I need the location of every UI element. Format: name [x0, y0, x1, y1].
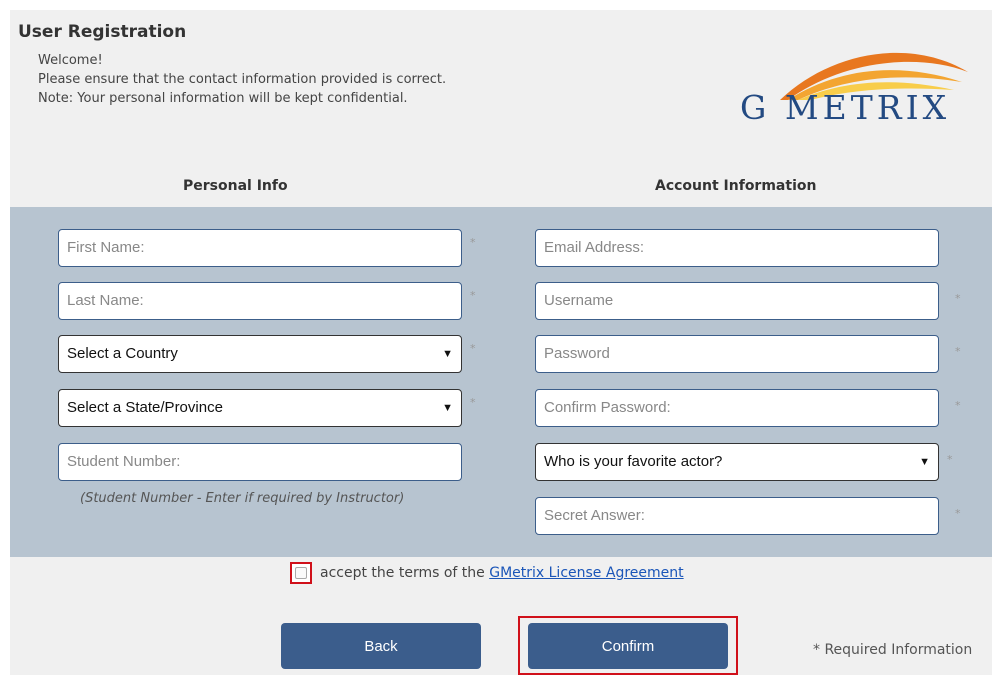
first-name-input[interactable]: First Name:	[58, 229, 462, 267]
security-question-value: Who is your favorite actor?	[544, 453, 723, 470]
instruction-text: Please ensure that the contact informati…	[38, 72, 447, 87]
username-input[interactable]: Username	[535, 282, 939, 320]
gmetrix-logo: G METRIX	[740, 42, 970, 132]
confirm-password-input[interactable]: Confirm Password:	[535, 389, 939, 427]
intro-text: Welcome! Please ensure that the contact …	[38, 51, 446, 108]
state-select[interactable]: Select a State/Province ▼	[58, 389, 462, 427]
checkbox-box-icon	[295, 567, 307, 579]
student-number-input[interactable]: Student Number:	[58, 443, 462, 481]
required-mark: *	[955, 507, 961, 520]
secret-answer-input[interactable]: Secret Answer:	[535, 497, 939, 535]
personal-info-heading: Personal Info	[183, 178, 288, 194]
page-title: User Registration	[18, 22, 187, 42]
required-mark: *	[955, 345, 961, 358]
logo-text: G METRIX	[740, 88, 951, 127]
required-mark: *	[470, 396, 476, 409]
required-information-note: * Required Information	[813, 642, 973, 658]
student-number-help: (Student Number - Enter if required by I…	[80, 491, 405, 506]
last-name-input[interactable]: Last Name:	[58, 282, 462, 320]
security-question-select[interactable]: Who is your favorite actor? ▼	[535, 443, 939, 481]
email-input[interactable]: Email Address:	[535, 229, 939, 267]
back-button[interactable]: Back	[281, 623, 481, 669]
license-agreement-link[interactable]: GMetrix License Agreement	[489, 565, 683, 581]
confirm-button[interactable]: Confirm	[528, 623, 728, 669]
terms-row: accept the terms of the GMetrix License …	[290, 562, 684, 584]
chevron-down-icon: ▼	[442, 348, 453, 360]
chevron-down-icon: ▼	[442, 402, 453, 414]
state-select-value: Select a State/Province	[67, 399, 223, 416]
required-mark: *	[470, 289, 476, 302]
country-select-value: Select a Country	[67, 345, 178, 362]
required-mark: *	[955, 292, 961, 305]
account-info-heading: Account Information	[655, 178, 817, 194]
terms-checkbox[interactable]	[290, 562, 312, 584]
confidential-note: Note: Your personal information will be …	[38, 91, 408, 106]
required-mark: *	[955, 399, 961, 412]
required-mark: *	[470, 236, 476, 249]
country-select[interactable]: Select a Country ▼	[58, 335, 462, 373]
password-input[interactable]: Password	[535, 335, 939, 373]
terms-text: accept the terms of the	[320, 565, 485, 581]
required-mark: *	[470, 342, 476, 355]
chevron-down-icon: ▼	[919, 456, 930, 468]
welcome-text: Welcome!	[38, 53, 103, 68]
required-mark: *	[947, 453, 953, 466]
